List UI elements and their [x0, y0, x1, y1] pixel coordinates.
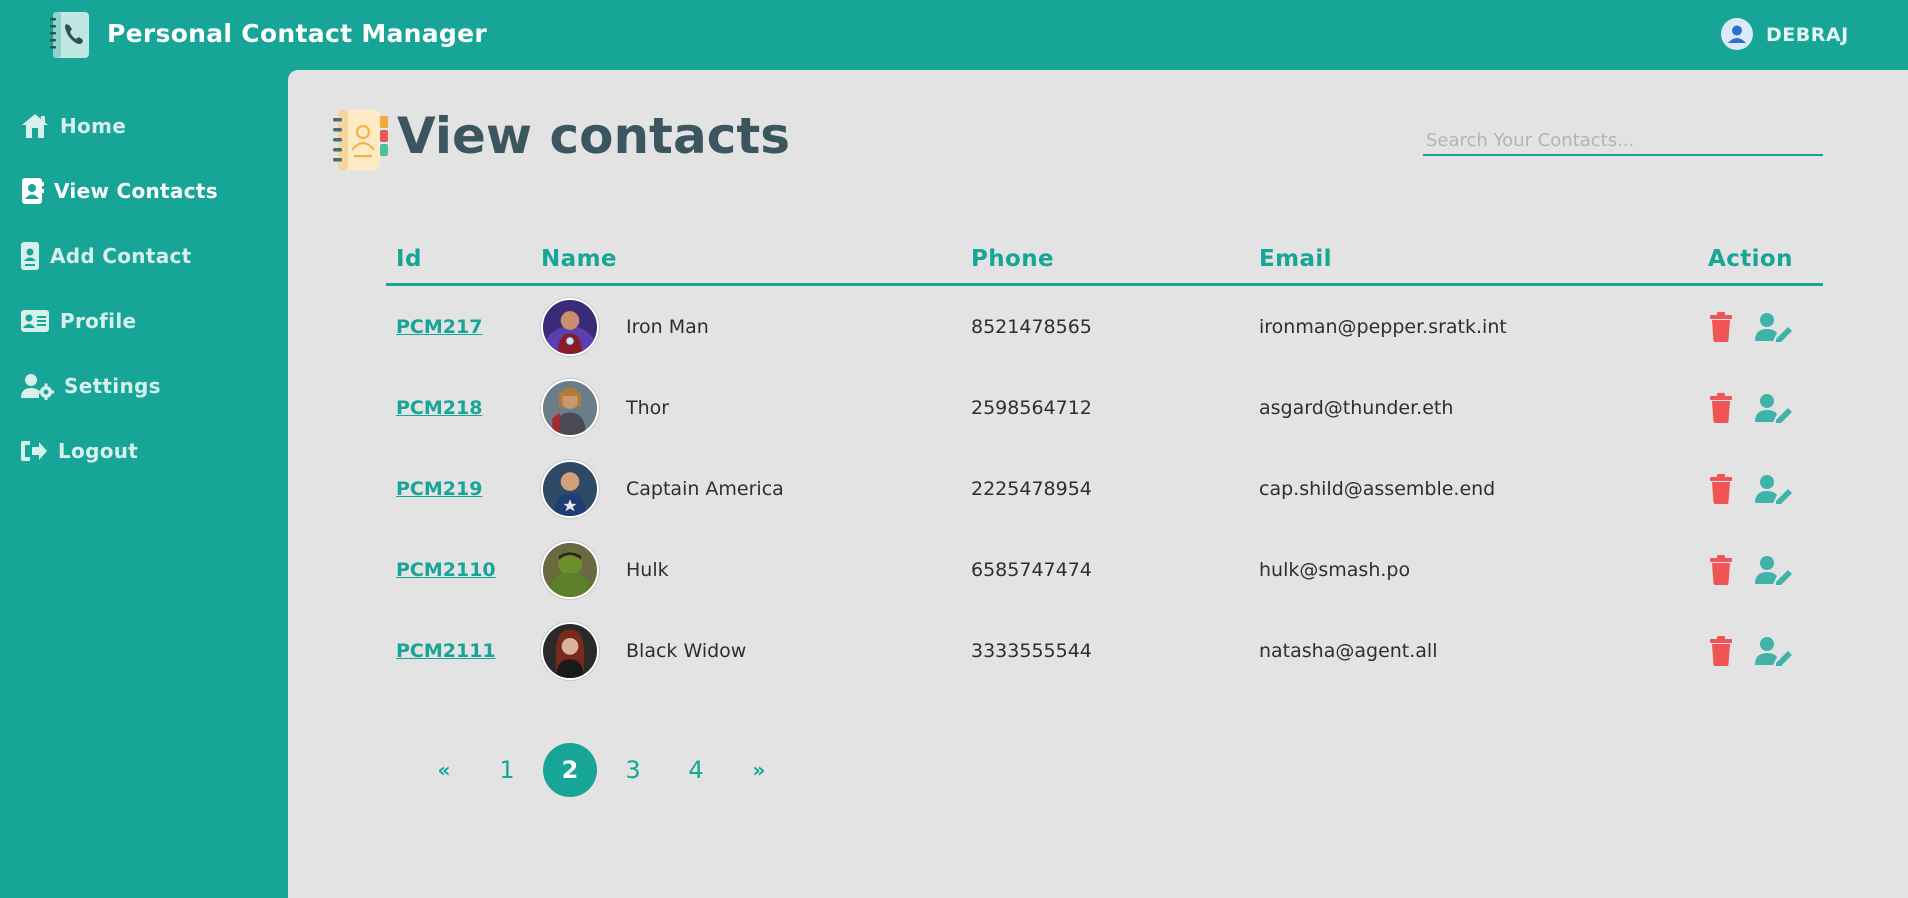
edit-contact-button[interactable] — [1755, 474, 1793, 504]
contact-phone: 6585747474 — [971, 558, 1092, 581]
pagination: « 1 2 3 4 » — [417, 743, 795, 797]
contacts-table: Id Name Phone Email Action PCM217 Iron M… — [386, 238, 1823, 691]
logout-icon — [21, 441, 47, 461]
user-edit-icon — [1755, 555, 1792, 585]
contact-id-link[interactable]: PCM219 — [396, 478, 482, 500]
edit-contact-button[interactable] — [1755, 393, 1793, 423]
delete-button[interactable] — [1709, 554, 1733, 585]
contact-avatar — [541, 540, 599, 599]
sidebar-item-profile[interactable]: Profile — [20, 303, 136, 339]
contact-name: Hulk — [626, 558, 669, 581]
user-gear-icon — [21, 374, 54, 400]
sidebar-item-view-contacts[interactable]: View Contacts — [20, 173, 218, 209]
table-row: PCM2111 Black Widow 3333555544 natasha@a… — [386, 610, 1823, 691]
user-edit-icon — [1755, 474, 1792, 504]
contact-id-link[interactable]: PCM2110 — [396, 559, 496, 581]
contact-id-link[interactable]: PCM217 — [396, 316, 482, 338]
contact-avatar — [541, 378, 599, 437]
contact-book-icon — [333, 110, 388, 170]
table-row: PCM219 Captain America 2225478954 cap.sh… — [386, 448, 1823, 529]
pagination-next-button[interactable]: » — [732, 743, 786, 797]
delete-button[interactable] — [1709, 392, 1733, 423]
sidebar-item-label: Home — [60, 114, 127, 138]
home-icon — [22, 114, 48, 138]
contact-avatar — [541, 297, 599, 356]
contact-avatar — [541, 459, 599, 518]
pagination-page-1[interactable]: 1 — [480, 743, 534, 797]
contact-name: Captain America — [626, 477, 784, 500]
table-row: PCM217 Iron Man 8521478565 ironman@peppe… — [386, 286, 1823, 367]
add-contact-icon — [21, 242, 39, 270]
contact-email: hulk@smash.po — [1259, 558, 1411, 581]
edit-contact-button[interactable] — [1755, 636, 1793, 666]
delete-button[interactable] — [1709, 635, 1733, 666]
id-card-icon — [21, 310, 49, 332]
column-header-action: Action — [1708, 246, 1793, 272]
contact-phone: 3333555544 — [971, 639, 1092, 662]
sidebar-item-label: Add Contact — [50, 244, 192, 268]
table-row: PCM2110 Hulk 6585747474 hulk@smash.po — [386, 529, 1823, 610]
pagination-page-2[interactable]: 2 — [543, 743, 597, 797]
contact-email: natasha@agent.all — [1259, 639, 1438, 662]
user-edit-icon — [1755, 312, 1792, 342]
user-edit-icon — [1755, 636, 1792, 666]
contact-phone: 2225478954 — [971, 477, 1092, 500]
sidebar: Home View Contacts Add Contact Profile S… — [0, 70, 288, 898]
contact-name: Black Widow — [626, 639, 747, 662]
user-edit-icon — [1755, 393, 1792, 423]
sidebar-item-settings[interactable]: Settings — [20, 368, 161, 404]
contact-id-link[interactable]: PCM2111 — [396, 640, 496, 662]
top-bar: Personal Contact Manager DEBRAJ — [0, 0, 1908, 70]
contact-avatar — [541, 621, 599, 680]
pagination-page-3[interactable]: 3 — [606, 743, 660, 797]
contact-email: ironman@pepper.sratk.int — [1259, 315, 1507, 338]
edit-contact-button[interactable] — [1755, 312, 1793, 342]
sidebar-item-label: Settings — [64, 374, 161, 398]
column-header-phone: Phone — [971, 246, 1055, 272]
contact-email: asgard@thunder.eth — [1259, 396, 1454, 419]
contact-name: Thor — [626, 396, 670, 419]
edit-contact-button[interactable] — [1755, 555, 1793, 585]
delete-button[interactable] — [1709, 311, 1733, 342]
app-title: Personal Contact Manager — [107, 19, 488, 48]
contact-phone: 2598564712 — [971, 396, 1092, 419]
contact-id-link[interactable]: PCM218 — [396, 397, 482, 419]
table-header: Id Name Phone Email Action — [386, 238, 1823, 286]
sidebar-item-logout[interactable]: Logout — [20, 433, 138, 469]
column-header-id: Id — [396, 246, 422, 272]
contact-phone: 8521478565 — [971, 315, 1092, 338]
pagination-prev-button[interactable]: « — [417, 743, 471, 797]
trash-icon — [1710, 554, 1732, 585]
page-title: View contacts — [397, 107, 790, 165]
trash-icon — [1710, 473, 1732, 504]
column-header-email: Email — [1259, 246, 1332, 272]
main-panel: View contacts Id Name Phone Email Action… — [288, 70, 1908, 898]
sidebar-item-add-contact[interactable]: Add Contact — [20, 238, 192, 274]
trash-icon — [1710, 635, 1732, 666]
search-input[interactable] — [1423, 126, 1823, 156]
column-header-name: Name — [541, 246, 617, 272]
sidebar-item-label: Profile — [60, 309, 137, 333]
contact-email: cap.shild@assemble.end — [1259, 477, 1496, 500]
phone-book-icon — [50, 12, 89, 58]
user-name[interactable]: DEBRAJ — [1766, 24, 1849, 46]
sidebar-item-label: View Contacts — [54, 179, 218, 203]
contact-book-icon — [22, 178, 44, 204]
user-avatar-icon[interactable] — [1721, 18, 1753, 50]
trash-icon — [1710, 392, 1732, 423]
sidebar-item-home[interactable]: Home — [20, 108, 126, 144]
sidebar-item-label: Logout — [58, 439, 139, 463]
pagination-page-4[interactable]: 4 — [669, 743, 723, 797]
contact-name: Iron Man — [626, 315, 709, 338]
delete-button[interactable] — [1709, 473, 1733, 504]
table-row: PCM218 Thor 2598564712 asgard@thunder.et… — [386, 367, 1823, 448]
trash-icon — [1710, 311, 1732, 342]
